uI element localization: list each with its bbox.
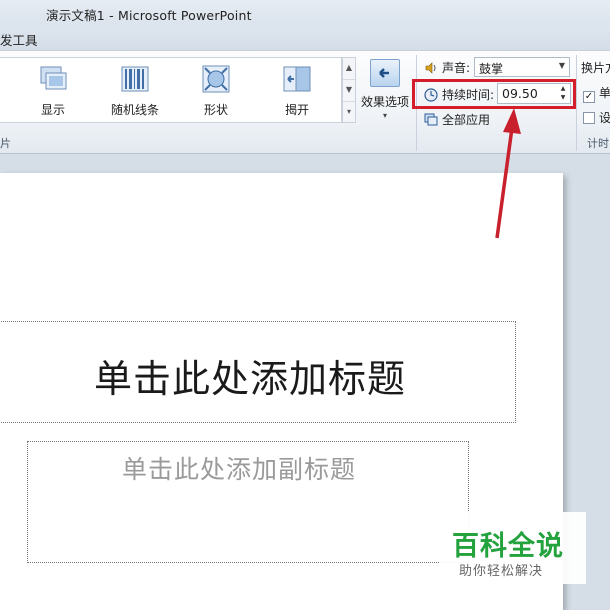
effect-options-label: 效果选项 <box>360 95 409 109</box>
transition-gallery: 显示 随机线条 形状 揭开 <box>0 57 342 123</box>
after-checkbox-row[interactable]: 设 <box>583 109 610 126</box>
window-title: 演示文稿1 - Microsoft PowerPoint <box>46 8 252 23</box>
gallery-item-random-bars[interactable]: 随机线条 <box>100 58 170 122</box>
gallery-item-label: 揭开 <box>284 103 309 117</box>
apply-all-label: 全部应用 <box>442 113 491 127</box>
gallery-scrollbar: ▲ ▼ ▾ <box>342 57 356 123</box>
show-transition-icon <box>40 66 67 90</box>
title-bar: 演示文稿1 - Microsoft PowerPoint <box>0 0 610 26</box>
gallery-item-label: 显示 <box>40 103 65 117</box>
sound-icon <box>425 62 436 74</box>
random-bars-icon <box>121 66 149 92</box>
apply-all-icon <box>424 113 438 126</box>
apply-all-button[interactable]: 全部应用 <box>424 111 490 128</box>
watermark-brand: 百科全说 <box>452 531 564 562</box>
sound-row: 声音: <box>424 59 470 76</box>
subtitle-placeholder[interactable]: 单击此处添加副标题 <box>27 441 469 563</box>
watermark-tagline: 助你轻松解决 <box>459 564 544 579</box>
sound-label: 声音: <box>442 61 471 75</box>
on-click-label: 单 <box>599 86 610 100</box>
gallery-expand-button[interactable]: ▾ <box>343 102 355 124</box>
after-checkbox[interactable] <box>583 112 595 124</box>
uncover-transition-icon <box>283 66 311 92</box>
effect-options-arrow: ▾ <box>382 111 387 120</box>
shape-transition-icon <box>202 65 230 93</box>
gallery-item-label: 随机线条 <box>110 103 159 117</box>
on-click-checkbox-row[interactable]: ✓ 单 <box>583 84 610 103</box>
gallery-scroll-up-button[interactable]: ▲ <box>343 58 355 80</box>
gallery-item-shape[interactable]: 形状 <box>181 58 251 122</box>
ribbon-tab-bar: 发工具 <box>0 26 610 50</box>
transition-group-label: 片 <box>0 137 11 150</box>
sound-select-value: 鼓掌 <box>479 62 504 76</box>
watermark: 百科全说 助你轻松解决 <box>440 512 586 584</box>
gallery-item-label: 形状 <box>203 103 228 117</box>
gallery-scroll-down-button[interactable]: ▼ <box>343 80 355 102</box>
ribbon: 显示 随机线条 形状 揭开 ▲ ▼ ▾ 效果选项 ▾ 片 声音: 鼓掌 ▼ 持续… <box>0 50 610 154</box>
title-placeholder-text: 单击此处添加标题 <box>94 357 407 401</box>
sound-select[interactable]: 鼓掌 ▼ <box>474 57 570 77</box>
gallery-item-show[interactable]: 显示 <box>18 58 88 122</box>
tab-developer[interactable]: 发工具 <box>0 30 38 49</box>
on-click-checkbox[interactable]: ✓ <box>583 91 595 103</box>
group-separator <box>576 55 577 151</box>
timing-group-label: 计时 <box>587 137 609 150</box>
effect-options-button[interactable]: 效果选项 ▾ <box>358 55 412 145</box>
advance-slide-label: 换片方 <box>581 61 610 75</box>
highlight-box <box>412 79 576 109</box>
gallery-item-uncover[interactable]: 揭开 <box>262 58 332 122</box>
subtitle-placeholder-text: 单击此处添加副标题 <box>122 455 357 484</box>
after-label: 设 <box>599 111 610 125</box>
effect-options-icon <box>370 59 400 87</box>
title-placeholder[interactable]: 单击此处添加标题 <box>0 321 516 423</box>
chevron-down-icon: ▼ <box>558 61 565 70</box>
